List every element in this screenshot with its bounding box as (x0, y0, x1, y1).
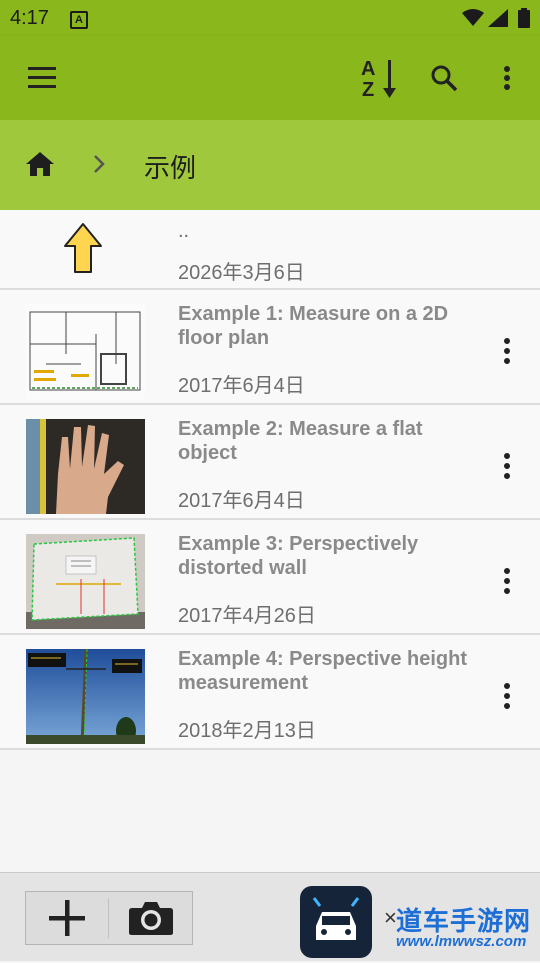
action-button-group (25, 891, 193, 945)
thumbnail-wall (26, 534, 145, 629)
search-icon (431, 65, 458, 92)
menu-icon (28, 67, 56, 88)
more-vert-icon[interactable] (494, 681, 520, 711)
camera-icon (129, 902, 173, 935)
list-item[interactable]: Example 3: Perspectively distorted wall … (0, 520, 540, 635)
parent-folder-row[interactable]: .. 2026年3月6日 (0, 210, 540, 290)
sort-letter-z: Z (362, 79, 374, 100)
breadcrumb-home[interactable] (24, 150, 56, 183)
list-item[interactable]: Example 1: Measure on a 2D floor plan 20… (0, 290, 540, 405)
button-divider (108, 898, 109, 938)
search-button[interactable] (424, 58, 464, 98)
sort-az-icon: A Z (361, 58, 396, 100)
notification-badge: A (70, 11, 88, 29)
app-toolbar: A Z (0, 36, 540, 120)
item-title: Example 3: Perspectively distorted wall (178, 533, 419, 579)
up-arrow-icon (64, 223, 102, 273)
thumbnail-pole (26, 649, 145, 744)
add-button[interactable] (26, 892, 108, 944)
signal-icon (488, 9, 508, 27)
list-item[interactable]: Example 4: Perspective height measuremen… (0, 635, 540, 750)
parent-date: 2026年3月6日 (178, 262, 305, 284)
chevron-right-icon (94, 155, 105, 173)
item-date: 2017年4月26日 (178, 605, 316, 627)
menu-button[interactable] (22, 58, 62, 98)
sort-button[interactable]: A Z (356, 54, 402, 102)
overflow-menu-button[interactable] (490, 58, 524, 98)
wifi-icon (462, 9, 484, 26)
item-date: 2018年2月13日 (178, 720, 316, 742)
thumbnail-floor-plan (26, 304, 145, 399)
item-title: Example 4: Perspective height measuremen… (178, 648, 468, 694)
plus-icon (49, 900, 85, 936)
more-vert-icon (504, 66, 510, 90)
more-vert-icon[interactable] (494, 336, 520, 366)
breadcrumb: 示例 (0, 120, 540, 210)
watermark-logo (300, 886, 372, 958)
item-date: 2017年6月4日 (178, 375, 305, 397)
item-title: Example 1: Measure on a 2D floor plan (178, 303, 449, 349)
bottom-action-bar: × 道车手游网 www.lmwwsz.com (0, 872, 540, 961)
item-title: Example 2: Measure a flat object (178, 418, 423, 464)
list-item[interactable]: Example 2: Measure a flat object 2017年6月… (0, 405, 540, 520)
more-vert-icon[interactable] (494, 451, 520, 481)
status-time: 4:17 (10, 7, 49, 29)
battery-icon (518, 8, 530, 28)
thumbnail-hand (26, 419, 145, 514)
home-icon (26, 152, 54, 176)
sort-letter-a: A (361, 58, 375, 80)
parent-label: .. (178, 220, 190, 242)
status-bar: 4:17 A (0, 0, 540, 36)
item-date: 2017年6月4日 (178, 490, 305, 512)
watermark-url: www.lmwwsz.com (396, 933, 527, 950)
camera-button[interactable] (110, 892, 192, 944)
watermark-close[interactable]: × (384, 905, 397, 931)
breadcrumb-current[interactable]: 示例 (144, 148, 196, 185)
more-vert-icon[interactable] (494, 566, 520, 596)
